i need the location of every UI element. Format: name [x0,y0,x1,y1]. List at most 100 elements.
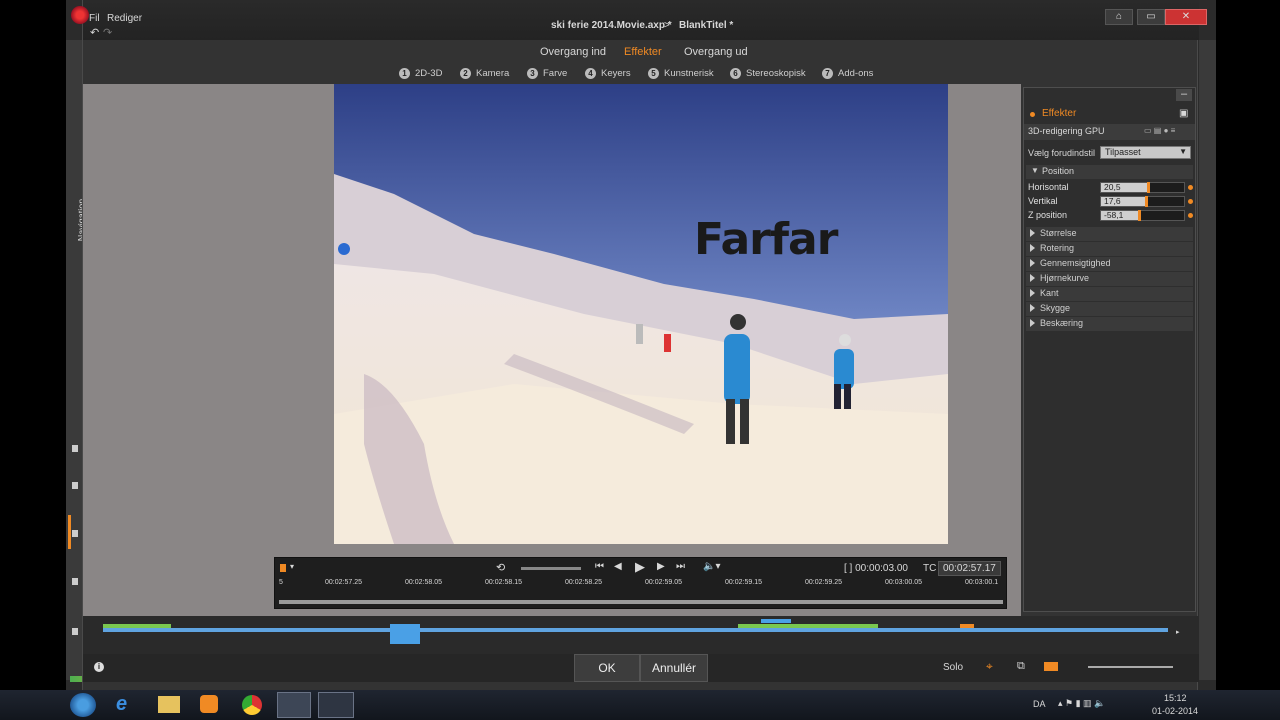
timeline-track[interactable] [103,628,1168,632]
section-shadow[interactable]: Skygge [1026,302,1193,316]
shuttle-bar[interactable] [521,567,581,570]
ie-icon[interactable]: e [116,693,127,716]
tc-label: TC [923,563,937,574]
tab-transition-out[interactable]: Overgang ud [684,46,748,58]
studio-app-icon[interactable] [318,692,354,718]
category-label: Kunstnerisk [664,68,714,79]
position-section-header[interactable]: ▼ Position [1026,165,1193,179]
explorer-icon[interactable] [158,696,180,713]
section-border[interactable]: Kant [1026,287,1193,301]
section-label: Skygge [1040,303,1071,313]
menu-edit[interactable]: Rediger [107,13,142,24]
step-forward-icon[interactable]: ▶ [657,561,665,572]
redo-icon[interactable]: ↷ [103,26,112,39]
timeline-clip-blue [761,619,791,623]
tray-icons[interactable]: ▴ ⚑ ▮ ▥ 🔈 [1058,698,1105,709]
lock-icon[interactable] [72,445,78,452]
section-label: Størrelse [1040,228,1077,238]
title-bar: Fil Rediger ↶ ↷ ski ferie 2014.Movie.axp… [71,0,1207,40]
cart-button[interactable]: ⌂ [1105,9,1133,25]
breadcrumb-separator: > [664,20,670,31]
media-player-icon[interactable] [200,695,218,713]
marker-icon[interactable] [280,564,286,572]
remote-desktop-icon[interactable] [277,692,311,718]
category-stereoscopic[interactable]: 6 Stereoskopisk [730,68,806,79]
export-icon[interactable]: ⧉ [1017,660,1025,673]
chrome-icon[interactable] [242,695,262,715]
player-controls: ▾ ⟲ ⏮ ◀ ▶ ▶ ⏭ 🔈▾ [ ] 00:00:03.00 TC 00:0… [274,557,1007,609]
overlay-title-text[interactable]: Farfar [694,214,838,265]
keyframe-dot[interactable] [1188,213,1193,218]
info-icon[interactable]: i [94,662,104,672]
mini-timeline[interactable]: ▸ [83,616,1199,654]
ok-button[interactable]: OK [574,654,640,682]
section-opacity[interactable]: Gennemsigtighed [1026,257,1193,271]
slider-knob[interactable] [1138,210,1142,221]
ruler-label: 00:02:59.15 [725,579,762,586]
lock-icon[interactable] [72,482,78,489]
category-keyers[interactable]: 4 Keyers [585,68,631,79]
zoom-slider[interactable] [1088,666,1173,668]
loop-icon[interactable]: ⟲ [496,561,505,574]
lock-icon[interactable] [72,578,78,585]
slider-horisontal[interactable]: Horisontal 20,5 [1028,182,1193,194]
scroll-right-icon[interactable]: ▸ [1176,628,1180,636]
category-label: Farve [543,68,568,79]
section-crop[interactable]: Beskæring [1026,317,1193,331]
close-button[interactable]: ✕ [1165,9,1207,25]
tab-effects[interactable]: Effekter [624,46,662,58]
slider-label: Vertikal [1028,196,1058,206]
duration-readout: [ ] 00:00:03.00 [844,563,908,574]
slider-knob[interactable] [1144,196,1148,207]
preset-value: Tilpasset [1105,147,1141,157]
section-rotation[interactable]: Rotering [1026,242,1193,256]
maximize-button[interactable]: ▭ [1137,9,1165,25]
cancel-button[interactable]: Annullér [640,654,708,682]
slider-track[interactable]: -58,1 [1100,210,1185,221]
ruler-label: 00:02:59.25 [805,579,842,586]
collapsed-arrow-icon [1030,229,1035,237]
panel-header: Effekter [1042,108,1077,119]
category-artistic[interactable]: 5 Kunstnerisk [648,68,714,79]
slider-knob[interactable] [1146,182,1150,193]
lock-icon[interactable] [72,530,78,537]
skip-start-icon[interactable]: ⏮ [595,561,604,572]
timeline-current-clip[interactable] [390,624,420,644]
video-preview[interactable]: Farfar [334,84,948,544]
effects-panel: – Effekter ▣ 3D-redigering GPU ▭ ▤ ● ≡ V… [1023,87,1196,612]
solo-label[interactable]: Solo [943,662,963,673]
preset-select[interactable]: Tilpasset ▼ [1100,146,1191,159]
category-camera[interactable]: 2 Kamera [460,68,509,79]
start-button[interactable] [70,693,96,717]
skip-end-icon[interactable]: ⏭ [676,561,685,572]
undo-icon[interactable]: ↶ [90,26,99,39]
lock-icon[interactable] [72,628,78,635]
save-icon[interactable]: ▣ [1179,108,1188,119]
slider-track[interactable]: 17,6 [1100,196,1185,207]
slider-track[interactable]: 20,5 [1100,182,1185,193]
category-color[interactable]: 3 Farve [527,68,567,79]
slider-z-position[interactable]: Z position -58,1 [1028,210,1193,222]
tab-transition-in[interactable]: Overgang ind [540,46,606,58]
scrub-track[interactable] [279,600,1003,604]
keyframe-dot[interactable] [1188,199,1193,204]
effect-toolbar-icons[interactable]: ▭ ▤ ● ≡ [1144,126,1175,135]
color-swatch[interactable] [1044,662,1058,671]
menu-file[interactable]: Fil [89,13,100,24]
keyframe-dot[interactable] [1188,185,1193,190]
collapse-button[interactable]: – [1176,89,1192,101]
clock-time[interactable]: 15:12 [1164,693,1187,703]
step-back-icon[interactable]: ◀ [614,561,622,572]
target-icon[interactable]: ⌖ [986,659,993,674]
section-size[interactable]: Størrelse [1026,227,1193,241]
play-icon[interactable]: ▶ [635,559,645,575]
chevron-down-icon[interactable]: ▾ [290,562,294,571]
category-addons[interactable]: 7 Add-ons [822,68,873,79]
slider-vertikal[interactable]: Vertikal 17,6 [1028,196,1193,208]
clock-date[interactable]: 01-02-2014 [1152,706,1198,716]
language-indicator[interactable]: DA [1033,699,1046,709]
section-corner-curve[interactable]: Hjørnekurve [1026,272,1193,286]
category-number: 7 [822,68,833,79]
category-2d-3d[interactable]: 1 2D-3D [399,68,442,79]
volume-icon[interactable]: 🔈▾ [703,561,720,572]
